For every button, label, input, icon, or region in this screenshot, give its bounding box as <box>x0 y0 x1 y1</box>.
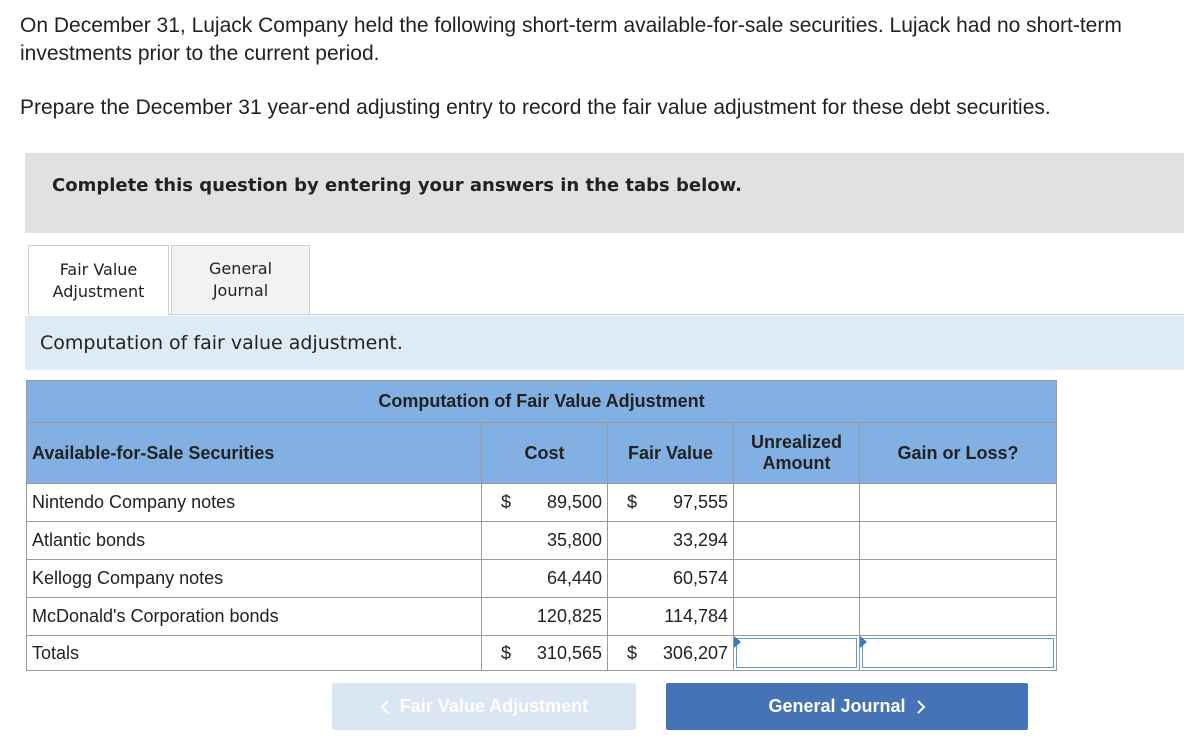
unrealized-cell <box>733 521 860 560</box>
cost-value: 64,440 <box>546 568 602 588</box>
fair-value-table: Computation of Fair Value Adjustment Ava… <box>25 380 1058 671</box>
security-name: Nintendo Company notes <box>26 483 482 522</box>
security-name: Kellogg Company notes <box>26 559 482 598</box>
section-header: Computation of fair value adjustment. <box>25 316 1184 370</box>
header-securities: Available-for-Sale Securities <box>26 422 482 484</box>
table-header-row: Available-for-Sale Securities Cost Fair … <box>26 422 1058 484</box>
totals-label: Totals <box>26 635 482 671</box>
fair-value-value: 114,784 <box>664 606 728 626</box>
total-fair-value-cell: $306,207 <box>607 635 734 671</box>
cost-cell: 35,800 <box>481 521 608 560</box>
cost-cell: 120,825 <box>481 597 608 636</box>
section-subtitle: Computation of fair value adjustment. <box>40 332 403 354</box>
header-unrealized-line1: Unrealized <box>750 432 843 452</box>
total-gain-loss-cell <box>858 635 1058 671</box>
fair-value-value: 33,294 <box>672 530 728 550</box>
security-name: Atlantic bonds <box>26 521 482 560</box>
cost-value: 120,825 <box>536 606 602 626</box>
banner-text: Complete this question by entering your … <box>52 175 742 196</box>
fair-value-value: 97,555 <box>672 492 728 512</box>
gain-loss-cell <box>858 559 1058 598</box>
header-unrealized-line2: Amount <box>762 453 831 473</box>
chevron-right-icon <box>916 699 926 715</box>
total-fair-value-value: 306,207 <box>662 642 728 663</box>
total-cost-cell: $310,565 <box>481 635 608 671</box>
header-gain-loss: Gain or Loss? <box>858 422 1058 484</box>
cost-cell: 64,440 <box>481 559 608 598</box>
chevron-left-icon <box>380 699 390 715</box>
fair-value-cell: 33,294 <box>607 521 734 560</box>
question-intro: On December 31, Lujack Company held the … <box>20 14 1122 65</box>
unrealized-cell <box>733 597 860 636</box>
required-marker-icon <box>860 636 867 648</box>
prev-tab-button: Fair Value Adjustment <box>332 683 636 730</box>
gain-loss-cell <box>858 483 1058 522</box>
required-marker-icon <box>734 636 741 648</box>
table-row: Kellogg Company notes 64,440 60,574 <box>26 559 1058 598</box>
cost-value: 89,500 <box>546 492 602 512</box>
currency-sign: $ <box>627 492 638 512</box>
instructions-banner: Complete this question by entering your … <box>25 153 1184 233</box>
header-unrealized: Unrealized Amount <box>733 422 860 484</box>
table-row: Atlantic bonds 35,800 33,294 <box>26 521 1058 560</box>
tab-label-line2: Adjustment <box>52 281 145 301</box>
next-tab-button[interactable]: General Journal <box>666 683 1028 730</box>
table-title: Computation of Fair Value Adjustment <box>25 380 1058 423</box>
tab-fair-value-adjustment[interactable]: Fair Value Adjustment <box>28 245 169 315</box>
cost-value: 35,800 <box>546 530 602 550</box>
totals-row: Totals $310,565 $306,207 <box>26 635 1058 671</box>
fair-value-cell: $97,555 <box>607 483 734 522</box>
cost-cell: $89,500 <box>481 483 608 522</box>
unrealized-cell <box>733 483 860 522</box>
total-unrealized-input[interactable] <box>736 638 857 668</box>
question-instruction: Prepare the December 31 year-end adjusti… <box>20 96 1051 119</box>
tab-label-line1: Fair Value <box>59 259 138 279</box>
table-row: McDonald's Corporation bonds 120,825 114… <box>26 597 1058 636</box>
currency-sign: $ <box>501 642 512 663</box>
total-gain-loss-input[interactable] <box>862 638 1055 668</box>
table-row: Nintendo Company notes $89,500 $97,555 <box>26 483 1058 522</box>
unrealized-cell <box>733 559 860 598</box>
gain-loss-cell <box>858 597 1058 636</box>
tab-general-journal[interactable]: General Journal <box>171 245 310 315</box>
tab-label-line2: Journal <box>212 281 269 300</box>
fair-value-value: 60,574 <box>672 568 728 588</box>
prev-tab-label: Fair Value Adjustment <box>399 696 589 716</box>
gain-loss-cell <box>858 521 1058 560</box>
fair-value-cell: 114,784 <box>607 597 734 636</box>
header-cost: Cost <box>481 422 608 484</box>
tab-label-line1: General <box>208 259 273 278</box>
tab-divider <box>169 314 1184 315</box>
header-fair-value: Fair Value <box>607 422 734 484</box>
currency-sign: $ <box>501 492 512 512</box>
total-unrealized-cell <box>733 635 860 671</box>
total-cost-value: 310,565 <box>536 642 602 663</box>
next-tab-label: General Journal <box>768 696 906 716</box>
security-name: McDonald's Corporation bonds <box>26 597 482 636</box>
fair-value-cell: 60,574 <box>607 559 734 598</box>
currency-sign: $ <box>627 642 638 663</box>
